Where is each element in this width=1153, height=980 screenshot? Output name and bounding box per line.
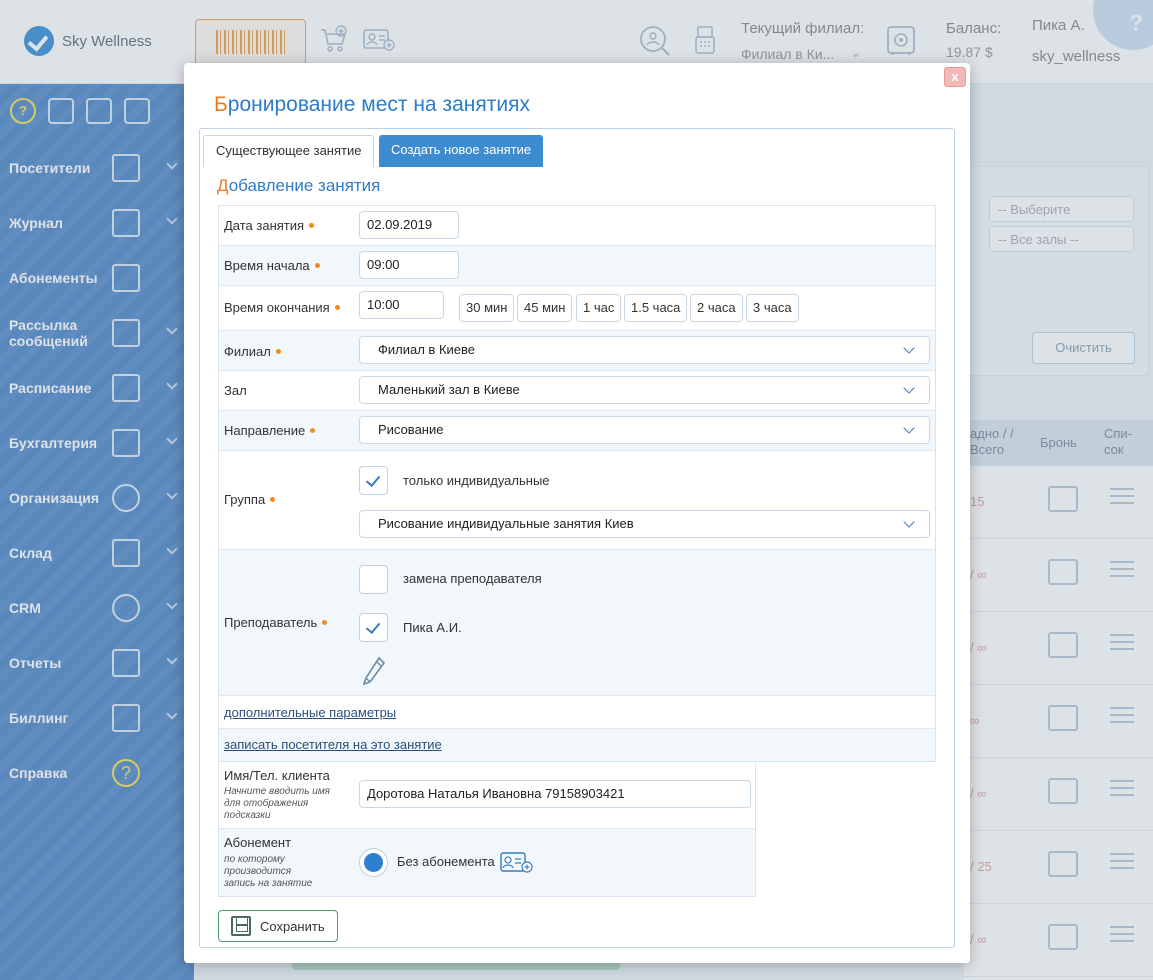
- date-input[interactable]: 02.09.2019: [359, 211, 459, 239]
- duration-30min-button[interactable]: 30 мин: [459, 294, 515, 322]
- save-button-label: Сохранить: [260, 918, 325, 934]
- save-button[interactable]: Сохранить: [218, 910, 338, 942]
- enroll-visitor-link[interactable]: записать посетителя на это занятие: [224, 737, 442, 752]
- group-row: Группа только индивидуальные Рисование и…: [219, 451, 935, 550]
- direction-select[interactable]: Рисование: [359, 416, 930, 444]
- extra-params-link[interactable]: дополнительные параметры: [224, 705, 396, 720]
- only-individual-label: только индивидуальные: [403, 473, 550, 488]
- chevron-down-icon: [903, 422, 915, 434]
- floppy-disk-icon: [231, 916, 251, 936]
- group-select[interactable]: Рисование индивидуальные занятия Киев: [359, 510, 930, 538]
- branch-row: Филиал Филиал в Киеве: [219, 331, 935, 371]
- client-input[interactable]: Доротова Наталья Ивановна 79158903421: [359, 780, 751, 808]
- chevron-down-icon: [903, 382, 915, 394]
- start-time-label: Время начала: [224, 258, 320, 273]
- group-label: Группа: [224, 492, 276, 507]
- hall-label: Зал: [224, 383, 247, 398]
- teacher-name: Пика А.И.: [403, 620, 462, 635]
- direction-row: Направление Рисование: [219, 411, 935, 451]
- modal-title: Бронирование мест на занятиях: [214, 93, 530, 116]
- hall-select[interactable]: Маленький зал в Киеве: [359, 376, 930, 404]
- only-individual-checkbox[interactable]: [359, 466, 388, 495]
- lesson-form: Дата занятия 02.09.2019 Время начала 09:…: [218, 205, 936, 762]
- add-subscription-icon[interactable]: [500, 851, 534, 875]
- end-time-row: Время окончания 10:00 30 мин 45 мин 1 ча…: [219, 286, 935, 331]
- subscription-hint: по которому производится запись на занят…: [224, 854, 313, 889]
- teacher-checkbox[interactable]: [359, 613, 388, 642]
- chevron-down-icon: [903, 342, 915, 354]
- hall-row: Зал Маленький зал в Киеве: [219, 371, 935, 411]
- replace-teacher-checkbox[interactable]: [359, 565, 388, 594]
- enroll-row: записать посетителя на это занятие: [219, 729, 935, 761]
- replace-teacher-label: замена преподавателя: [403, 571, 542, 586]
- teacher-label: Преподаватель: [224, 615, 328, 630]
- subscription-row: Абонемент по которому производится запис…: [219, 829, 755, 896]
- branch-label: Филиал: [224, 344, 281, 359]
- duration-1h-button[interactable]: 1 час: [576, 294, 622, 322]
- no-subscription-label: Без абонемента: [397, 854, 495, 869]
- tab-create-lesson[interactable]: Создать новое занятие: [379, 135, 544, 167]
- start-time-input[interactable]: 09:00: [359, 251, 459, 279]
- client-label: Имя/Тел. клиента: [224, 768, 330, 783]
- subscription-label: Абонемент: [224, 835, 292, 850]
- section-title: Добавление занятия: [217, 176, 381, 195]
- client-hint: Начните вводить имя для отображения подс…: [224, 786, 331, 821]
- start-time-row: Время начала 09:00: [219, 246, 935, 286]
- end-time-input[interactable]: 10:00: [359, 291, 444, 319]
- teacher-row: Преподаватель замена преподавателя Пика …: [219, 550, 935, 696]
- duration-1-5h-button[interactable]: 1.5 часа: [624, 294, 688, 322]
- client-row: Имя/Тел. клиента Начните вводить имя для…: [219, 763, 755, 829]
- end-time-label: Время окончания: [224, 300, 340, 315]
- enroll-form: Имя/Тел. клиента Начните вводить имя для…: [218, 763, 756, 897]
- duration-45min-button[interactable]: 45 мин: [517, 294, 573, 322]
- extra-params-row: дополнительные параметры: [219, 696, 935, 729]
- duration-3h-button[interactable]: 3 часа: [746, 294, 799, 322]
- tabs-container: Существующее занятие Создать новое занят…: [199, 128, 955, 948]
- branch-select[interactable]: Филиал в Киеве: [359, 336, 930, 364]
- duration-2h-button[interactable]: 2 часа: [690, 294, 743, 322]
- tab-existing-lesson[interactable]: Существующее занятие: [203, 135, 375, 167]
- pencil-edit-icon[interactable]: [362, 656, 386, 686]
- date-label: Дата занятия: [224, 218, 315, 233]
- no-subscription-radio[interactable]: [359, 848, 388, 877]
- chevron-down-icon: [903, 516, 915, 528]
- date-row: Дата занятия 02.09.2019: [219, 206, 935, 246]
- booking-modal: x Бронирование мест на занятиях Существу…: [184, 63, 970, 963]
- direction-label: Направление: [224, 423, 316, 438]
- close-button[interactable]: x: [944, 67, 966, 87]
